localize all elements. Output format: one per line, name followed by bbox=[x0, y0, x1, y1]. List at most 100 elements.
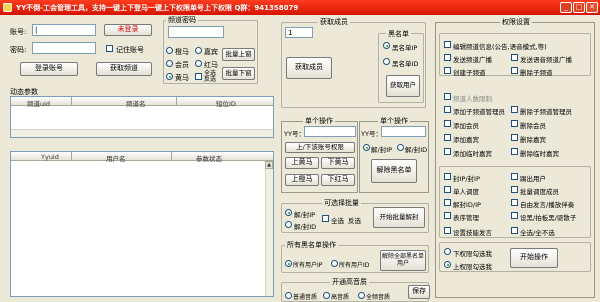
perm-del-temp-guest-checkbox[interactable] bbox=[511, 148, 518, 155]
remember-label: 记住账号 bbox=[116, 46, 144, 54]
op-unblock-label: 解封ID/IP bbox=[453, 201, 481, 209]
app-icon bbox=[3, 3, 12, 12]
perm-add-member-checkbox[interactable] bbox=[444, 120, 451, 127]
users-vscroll[interactable]: ▲ bbox=[265, 161, 273, 296]
radio-yellow-label: 黄马 bbox=[175, 74, 189, 82]
down-red-horse-button[interactable]: 下红马 bbox=[321, 174, 355, 186]
single-op-1-yy-input[interactable] bbox=[304, 126, 356, 137]
perm-edit-channel-checkbox[interactable] bbox=[444, 41, 451, 48]
login-button[interactable]: 登录账号 bbox=[20, 62, 78, 76]
account-input[interactable]: | bbox=[32, 24, 96, 36]
single-op-2-yy-label: YY号： bbox=[361, 130, 382, 138]
remember-checkbox[interactable] bbox=[106, 45, 113, 52]
radio-orange[interactable] bbox=[166, 47, 173, 54]
op-unblock-checkbox[interactable] bbox=[444, 199, 451, 206]
radio-blacklist-id[interactable] bbox=[383, 58, 390, 65]
perm-add-guest-label: 添加嘉宾 bbox=[453, 136, 479, 144]
op-order-mgmt-label: 表序管理 bbox=[453, 214, 479, 222]
radio-up-permission[interactable] bbox=[444, 261, 451, 268]
channel-password-input[interactable] bbox=[168, 26, 224, 38]
password-input[interactable] bbox=[32, 42, 96, 54]
up-yellow-horse-button[interactable]: 上黄马 bbox=[285, 157, 319, 169]
perm-del-guest-label: 删除嘉宾 bbox=[520, 136, 546, 144]
start-operation-button[interactable]: 开始操作 bbox=[510, 248, 558, 268]
get-users-button[interactable]: 获取用户 bbox=[386, 75, 420, 97]
window-title: YY不倒-工会管理工具，支持一键上下登马一键上下权限单号上下权限 Q群：9413… bbox=[16, 4, 299, 12]
minimize-icon[interactable]: _ bbox=[560, 2, 572, 13]
op-single-dispatch-checkbox[interactable] bbox=[444, 186, 451, 193]
op-batch-dispatch-checkbox[interactable] bbox=[511, 186, 518, 193]
perm-create-sub-label: 创建子频道 bbox=[453, 69, 486, 77]
radio-down-permission[interactable] bbox=[444, 248, 451, 255]
radio-unblock-id[interactable] bbox=[397, 144, 404, 151]
perm-edit-channel-label: 编辑频道信息(公告,语音模式,等) bbox=[453, 43, 547, 51]
remove-all-blacklist-button[interactable]: 解除全部黑名单用户 bbox=[380, 250, 426, 271]
perm-add-guest-checkbox[interactable] bbox=[444, 134, 451, 141]
radio-yellow[interactable] bbox=[166, 73, 173, 80]
radio-red[interactable] bbox=[195, 60, 202, 67]
member-id-input[interactable]: 1 bbox=[285, 27, 313, 38]
radio-unblock-ip[interactable] bbox=[363, 144, 370, 151]
op-free-speech-checkbox[interactable] bbox=[511, 199, 518, 206]
select-all-checkbox[interactable] bbox=[195, 73, 202, 80]
batch-select-all-checkbox[interactable] bbox=[322, 215, 329, 222]
save-quality-button[interactable]: 保存 bbox=[408, 285, 430, 299]
perm-add-temp-guest-checkbox[interactable] bbox=[444, 148, 451, 155]
radio-guest[interactable] bbox=[195, 47, 202, 54]
op-order-mgmt-checkbox[interactable] bbox=[444, 212, 451, 219]
perm-voice-broadcast-checkbox[interactable] bbox=[511, 54, 518, 61]
col-short-id: 短位ID bbox=[216, 100, 236, 108]
get-channel-button[interactable]: 获取频道 bbox=[96, 62, 152, 76]
col-username: 用户名 bbox=[106, 155, 126, 163]
perm-channel-limit-checkbox[interactable] bbox=[444, 93, 451, 100]
perm-add-sub-admin-checkbox[interactable] bbox=[444, 106, 451, 113]
perm-del-guest-checkbox[interactable] bbox=[511, 134, 518, 141]
remove-blacklist-button[interactable]: 解除黑名单 bbox=[371, 159, 417, 183]
login-status-button[interactable]: 未登录 bbox=[104, 24, 152, 36]
op-set-black-checkbox[interactable] bbox=[511, 212, 518, 219]
scroll-up-icon[interactable]: ▲ bbox=[265, 161, 273, 169]
radio-normal-quality[interactable] bbox=[285, 292, 292, 299]
up-down-permission-button[interactable]: 上/下该账号权限 bbox=[285, 142, 355, 153]
op-kick-user-checkbox[interactable] bbox=[511, 173, 518, 180]
dynamic-params-table[interactable]: 频道uid 频道名 短位ID bbox=[10, 96, 274, 138]
perm-del-member-checkbox[interactable] bbox=[511, 120, 518, 127]
single-op-2-title: 单个操作 bbox=[378, 116, 410, 126]
radio-batch-id[interactable] bbox=[285, 221, 292, 228]
close-icon[interactable]: ✕ bbox=[586, 2, 598, 13]
op-skill-speech-checkbox[interactable] bbox=[444, 227, 451, 234]
perm-delete-sub-checkbox[interactable] bbox=[511, 67, 518, 74]
radio-up-permission-label: 上权限勾选我 bbox=[453, 263, 492, 271]
radio-blacklist-ip[interactable] bbox=[383, 42, 390, 49]
op-select-all-checkbox[interactable] bbox=[511, 227, 518, 234]
up-orange-horse-button[interactable]: 上橙马 bbox=[285, 174, 319, 186]
single-op-1-title: 单个操作 bbox=[303, 116, 335, 126]
start-batch-unblock-button[interactable]: 开始批量解封 bbox=[373, 207, 425, 228]
perm-del-sub-admin-checkbox[interactable] bbox=[511, 106, 518, 113]
radio-full-quality[interactable] bbox=[358, 292, 365, 299]
dynamic-hscroll[interactable] bbox=[11, 129, 273, 137]
radio-blacklist-id-label: 黑名单ID bbox=[392, 60, 419, 68]
perm-voice-broadcast-label: 发送语音频道广播 bbox=[520, 56, 572, 64]
maximize-icon[interactable]: □ bbox=[573, 2, 585, 13]
op-block-ip-checkbox[interactable] bbox=[444, 173, 451, 180]
radio-all-ip[interactable] bbox=[285, 260, 292, 267]
op-batch-dispatch-label: 批量调度成员 bbox=[520, 188, 559, 196]
get-members-button[interactable]: 获取成员 bbox=[286, 57, 332, 79]
radio-blacklist-ip-label: 黑名单IP bbox=[392, 44, 418, 52]
batch-up-button[interactable]: 批量上窗 bbox=[222, 48, 255, 61]
radio-batch-ip[interactable] bbox=[285, 209, 292, 216]
batch-down-button[interactable]: 批量下窗 bbox=[222, 67, 255, 80]
perm-add-sub-admin-label: 添加子频道管理员 bbox=[453, 108, 505, 116]
radio-member[interactable] bbox=[166, 60, 173, 67]
users-table[interactable]: Yyuid 用户名 参数状态 ▲ bbox=[10, 151, 274, 297]
perm-broadcast-checkbox[interactable] bbox=[444, 54, 451, 61]
radio-high-quality[interactable] bbox=[323, 292, 330, 299]
batch-invert-label[interactable]: 反选 bbox=[348, 215, 361, 225]
single-op-2-yy-input[interactable] bbox=[381, 126, 426, 137]
down-yellow-horse-button[interactable]: 下黄马 bbox=[321, 157, 355, 169]
radio-all-id[interactable] bbox=[331, 260, 338, 267]
perm-create-sub-checkbox[interactable] bbox=[444, 67, 451, 74]
select-all-label: 全选反选 bbox=[204, 70, 217, 83]
blacklist-title: 黑名单 bbox=[386, 29, 411, 39]
